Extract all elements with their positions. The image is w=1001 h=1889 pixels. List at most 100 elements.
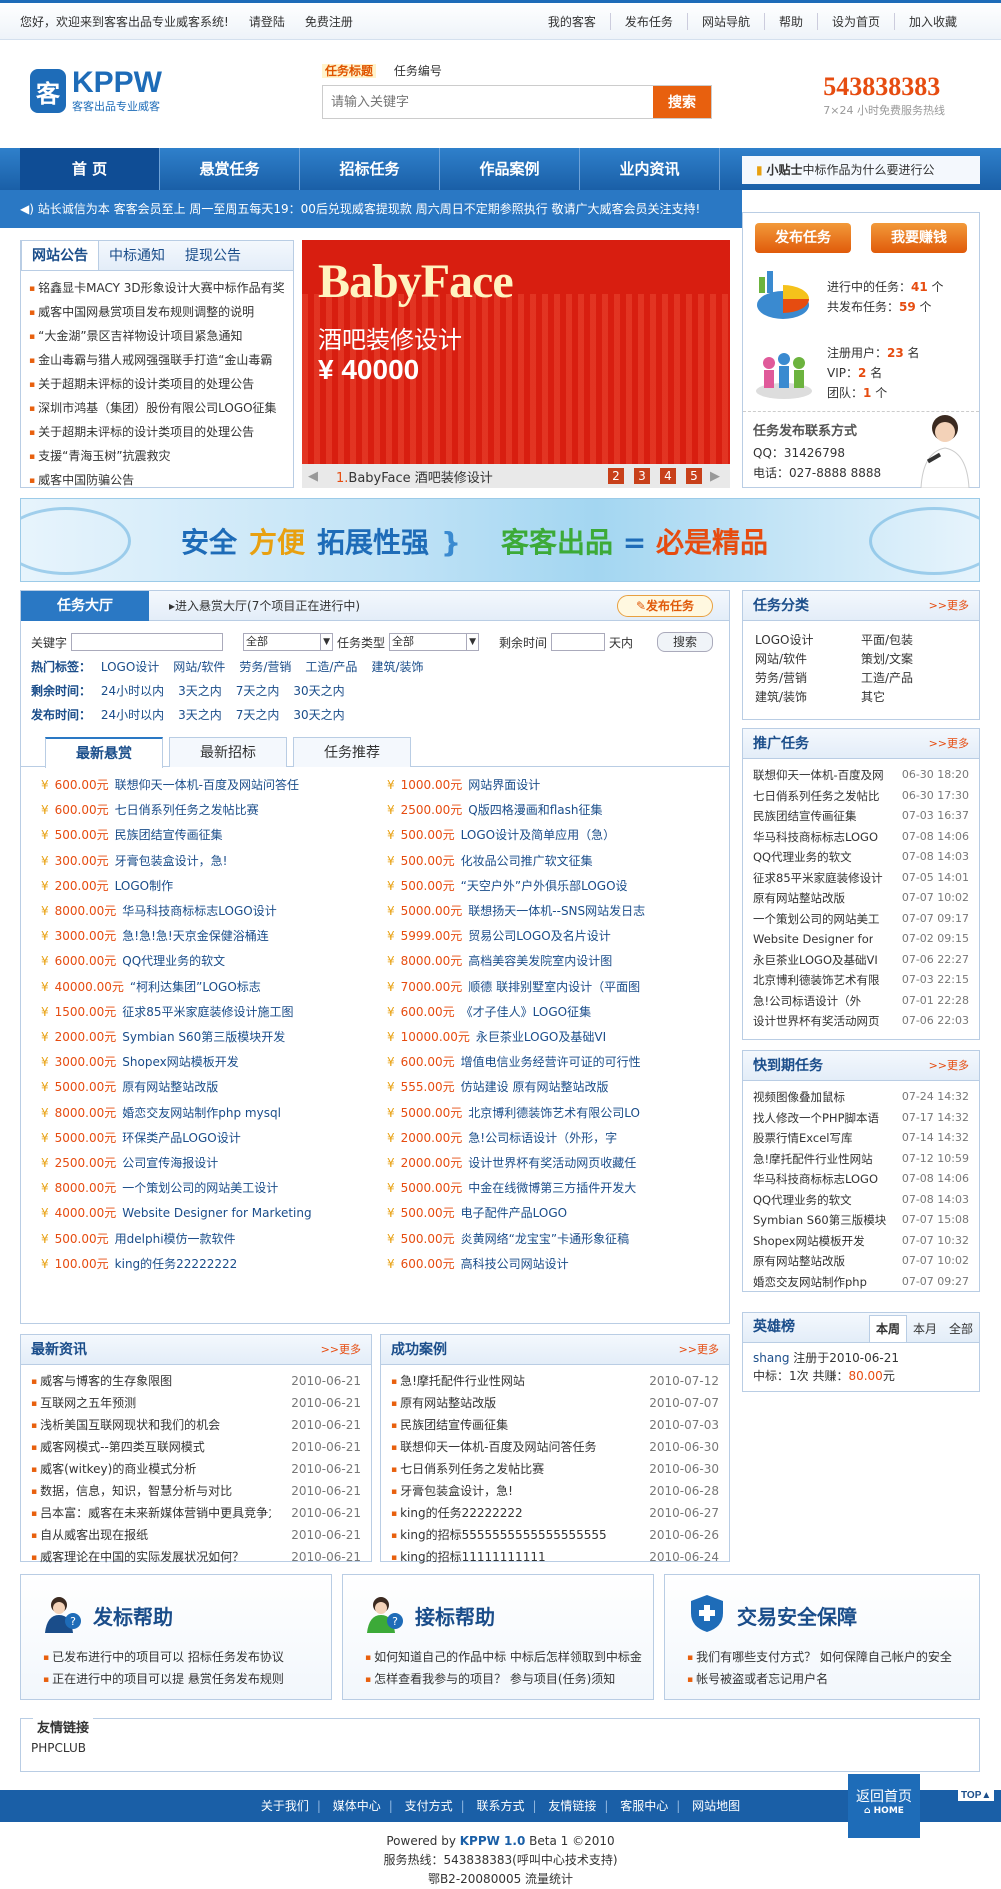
task-hall-tab[interactable]: 任务大厅 [21,591,149,621]
site-logo[interactable]: 客 KPPW 客客出品专业威客 [30,68,162,114]
task-title-link[interactable]: 高科技公司网站设计 [461,1257,569,1271]
task-title-link[interactable]: 婚恋交友网站制作php mysql [122,1106,281,1120]
category-link[interactable]: LOGO设计 [755,631,861,650]
task-title-link[interactable]: 急!急!急!天京金保健浴桶连 [122,929,268,943]
expiring-task-item-title[interactable]: 急!摩托配件行业性网站 [753,1149,873,1170]
footer-link-contact[interactable]: 联系方式 [472,1799,528,1813]
case-item-title[interactable]: 急!摩托配件行业性网站 [391,1371,525,1393]
publish-task-button[interactable]: 发布任务 [755,223,851,253]
my-kk-link[interactable]: 我的客客 [534,13,610,30]
promo-task-item-title[interactable]: 华马科技商标标志LOGO [753,827,878,848]
announcement-item[interactable]: 关于超期未评标的设计类项目的处理公告 [29,373,285,397]
category-link[interactable]: 策划/文案 [861,650,967,669]
task-title-link[interactable]: 贸易公司LOGO及名片设计 [468,929,610,943]
task-title-link[interactable]: Website Designer for Marketing [122,1206,311,1220]
task-title-link[interactable]: 一个策划公司的网站美工设计 [122,1181,278,1195]
case-item-title[interactable]: 牙膏包装盒设计，急! [391,1481,513,1503]
hall-publish-button[interactable]: ✎发布任务 [617,595,713,617]
promo-banner[interactable]: BabyFace 酒吧装修设计 ¥ 40000 ◀ 1.BabyFace 酒吧装… [302,240,730,488]
friend-link-phpclub[interactable]: PHPCLUB [31,1741,86,1755]
case-item-title[interactable]: 原有网站整站改版 [391,1393,496,1415]
task-title-link[interactable]: 民族团结宣传画征集 [115,828,223,842]
task-title-link[interactable]: “天空户外”户外俱乐部LOGO设 [461,879,628,893]
task-title-link[interactable]: Symbian S60第三版模块开发 [122,1030,285,1044]
footer-link-about[interactable]: 关于我们 [257,1799,313,1813]
banner-next-icon[interactable]: ▶ [710,469,724,484]
category-link[interactable]: 建筑/装饰 [755,688,861,707]
task-title-link[interactable]: 《才子佳人》LOGO征集 [461,1005,591,1019]
hot-tag-logo[interactable]: LOGO设计 [101,660,159,674]
news-item-title[interactable]: 威客理论在中国的实际发展状况如何？ [31,1547,244,1569]
expiring-more-link[interactable]: >>更多 [929,1051,969,1081]
category-link[interactable]: 其它 [861,688,967,707]
tab-latest-reward[interactable]: 最新悬赏 [45,737,163,768]
category-select[interactable]: 全部 ▼ [243,633,334,651]
task-title-link[interactable]: 征求85平米家庭装修设计施工图 [122,1005,293,1019]
powered-brand[interactable]: KPPW 1.0 [460,1834,526,1848]
nav-reward-tasks[interactable]: 悬赏任务 [160,148,300,190]
announcement-item[interactable]: 金山毒霸与猎人戒网强强联手打造“金山毒霸 [29,349,285,373]
promo-more-link[interactable]: >>更多 [929,729,969,759]
hot-tag-labor[interactable]: 劳务/营销 [239,660,291,674]
safety-help-line-1[interactable]: 我们有哪些支付方式？ 如何保障自己帐户的安全 [687,1647,952,1669]
search-input[interactable] [323,86,653,118]
task-title-link[interactable]: LOGO设计及简单应用（急） [461,828,615,842]
publish-help-line-1[interactable]: 已发布进行中的项目可以 招标任务发布协议 [43,1647,284,1669]
announcement-item[interactable]: 威客中国防骗公告 [29,469,285,493]
expiring-task-item-title[interactable]: Symbian S60第三版模块 [753,1210,886,1231]
announcement-item[interactable]: “大金湖”景区吉祥物设计项目紧急通知 [29,325,285,349]
search-button[interactable]: 搜索 [653,86,711,118]
news-item-title[interactable]: 威客与博客的生存象限图 [31,1371,172,1393]
task-title-link[interactable]: LOGO制作 [115,879,173,893]
search-tab-number[interactable]: 任务编号 [394,64,442,78]
announcement-item[interactable]: 关于超期未评标的设计类项目的处理公告 [29,421,285,445]
category-link[interactable]: 平面/包装 [861,631,967,650]
expiring-task-item-title[interactable]: 婚恋交友网站制作php [753,1272,867,1293]
news-item-title[interactable]: 吕本富：威客在未来新媒体营销中更具竞争力 [31,1503,271,1525]
scroll-top-button[interactable]: TOP▲ [958,1790,995,1801]
publish-task-link[interactable]: 发布任务 [609,13,687,30]
remain-opt-3d[interactable]: 3天之内 [178,684,222,698]
remain-opt-7d[interactable]: 7天之内 [236,684,280,698]
hero-tab-all[interactable]: 全部 [943,1316,979,1342]
expiring-task-item-title[interactable]: 原有网站整站改版 [753,1251,845,1272]
banner-prev-icon[interactable]: ◀ [308,469,322,484]
news-item-title[interactable]: 数据，信息，知识，智慧分析与对比 [31,1481,232,1503]
search-tab-title[interactable]: 任务标题 [322,64,377,78]
promo-task-item-title[interactable]: 急!公司标语设计（外 [753,991,861,1012]
task-title-link[interactable]: 联想扬天一体机--SNS网站发日志 [468,904,645,918]
footer-link-media[interactable]: 媒体中心 [329,1799,385,1813]
hot-tag-building[interactable]: 建筑/装饰 [371,660,423,674]
footer-link-friends[interactable]: 友情链接 [544,1799,600,1813]
promo-task-item-title[interactable]: 征求85平米家庭装修设计 [753,868,883,889]
task-title-link[interactable]: king的任务22222222 [115,1257,238,1271]
nav-cases[interactable]: 作品案例 [440,148,580,190]
site-nav-link[interactable]: 网站导航 [686,13,764,30]
tab-winning-notice[interactable]: 中标通知 [99,241,175,270]
hot-tag-product[interactable]: 工造/产品 [305,660,357,674]
category-link[interactable]: 劳务/营销 [755,669,861,688]
case-item-title[interactable]: 联想仰天一体机-百度及网站问答任务 [391,1437,596,1459]
banner-caption[interactable]: BabyFace 酒吧装修设计 [348,471,492,486]
task-title-link[interactable]: QQ代理业务的软文 [122,954,225,968]
publish-opt-30d[interactable]: 30天之内 [293,708,344,722]
remain-opt-24h[interactable]: 24小时以内 [101,684,164,698]
banner-page-2[interactable]: 2 [608,468,624,484]
back-home-button[interactable]: 返回首页 ⌂ HOME [848,1774,920,1838]
task-title-link[interactable]: Shopex网站模板开发 [122,1055,238,1069]
remain-opt-30d[interactable]: 30天之内 [293,684,344,698]
tip-box[interactable]: ▮ 小贴士中标作品为什么要进行公 [742,156,980,184]
add-favorite-link[interactable]: 加入收藏 [893,13,971,30]
expiring-task-item-title[interactable]: 股票行情Excel写库 [753,1128,852,1149]
bid-help-line-1[interactable]: 如何知道自己的作品中标 中标后怎样领取到中标金 [365,1647,642,1669]
task-title-link[interactable]: “柯利达集团”LOGO标志 [130,980,261,994]
help-link[interactable]: 帮助 [763,13,817,30]
promo-task-item-title[interactable]: 联想仰天一体机-百度及网 [753,765,884,786]
case-item-title[interactable]: 七日俏系列任务之发帖比赛 [391,1459,544,1481]
promo-task-item-title[interactable]: 原有网站整站改版 [753,888,845,909]
news-more-link[interactable]: >>更多 [321,1335,361,1365]
category-link[interactable]: 工造/产品 [861,669,967,688]
task-title-link[interactable]: 增值电信业务经营许可证的可行性 [461,1055,641,1069]
tab-site-notice[interactable]: 网站公告 [21,241,99,270]
hot-tag-web[interactable]: 网站/软件 [173,660,225,674]
